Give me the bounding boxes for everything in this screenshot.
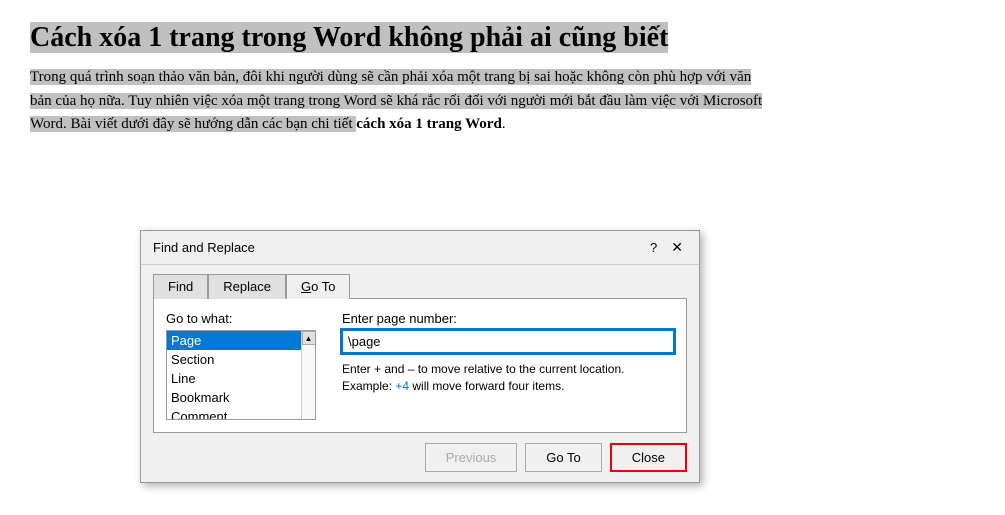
doc-body: Trong quá trình soạn thảo văn bản, đôi k… <box>30 66 770 136</box>
tab-goto-label: Go To <box>301 279 335 294</box>
hint-text: Enter + and – to move relative to the cu… <box>342 361 674 395</box>
find-replace-dialog: Find and Replace ? ✕ Find Replace Go To … <box>140 230 700 483</box>
doc-body-text: Trong quá trình soạn thảo văn bản, đôi k… <box>30 69 762 132</box>
close-icon[interactable]: ✕ <box>667 239 687 256</box>
listbox-item-line[interactable]: Line <box>167 369 315 388</box>
doc-title: Cách xóa 1 trang trong Word không phải a… <box>30 22 668 53</box>
doc-title-block: Cách xóa 1 trang trong Word không phải a… <box>30 20 975 56</box>
listbox-item-comment[interactable]: Comment <box>167 407 315 420</box>
dialog-title: Find and Replace <box>153 240 255 255</box>
previous-button[interactable]: Previous <box>425 443 518 472</box>
listbox-items-wrap: Page Section Line Bookmark Comment Footn… <box>167 331 315 420</box>
doc-body-bold: cách xóa 1 trang Word <box>356 116 502 132</box>
tab-goto[interactable]: Go To <box>286 274 350 299</box>
listbox-item-section[interactable]: Section <box>167 350 315 369</box>
goto-button[interactable]: Go To <box>525 443 601 472</box>
enter-page-label: Enter page number: <box>342 311 674 326</box>
tab-find[interactable]: Find <box>153 274 208 299</box>
listbox-items: Page Section Line Bookmark Comment Footn… <box>167 331 315 420</box>
hint-blue: +4 <box>395 379 409 393</box>
dialog-titlebar: Find and Replace ? ✕ <box>141 231 699 265</box>
dialog-footer: Previous Go To Close <box>141 433 699 482</box>
help-button[interactable]: ? <box>646 240 661 255</box>
right-panel: Enter page number: Enter + and – to move… <box>342 311 674 420</box>
scrollbar-track <box>302 345 315 420</box>
hint-text-after: will move forward four items. <box>409 379 564 393</box>
goto-what-label: Go to what: <box>166 311 326 326</box>
close-button[interactable]: Close <box>610 443 687 472</box>
left-panel: Go to what: Page Section Line Bookmark C… <box>166 311 326 420</box>
tab-find-label: Find <box>168 279 193 294</box>
page-number-input[interactable] <box>342 330 674 353</box>
document-area: Cách xóa 1 trang trong Word không phải a… <box>0 0 1005 515</box>
titlebar-controls: ? ✕ <box>646 239 687 256</box>
tab-replace-label: Replace <box>223 279 271 294</box>
dialog-body: Go to what: Page Section Line Bookmark C… <box>153 298 687 433</box>
goto-listbox[interactable]: Page Section Line Bookmark Comment Footn… <box>166 330 316 420</box>
listbox-item-bookmark[interactable]: Bookmark <box>167 388 315 407</box>
dialog-tabs: Find Replace Go To <box>141 265 699 298</box>
listbox-scrollbar: ▲ ▼ <box>301 331 315 420</box>
listbox-item-page[interactable]: Page <box>167 331 315 350</box>
scrollbar-up-button[interactable]: ▲ <box>302 331 316 345</box>
tab-replace[interactable]: Replace <box>208 274 286 299</box>
